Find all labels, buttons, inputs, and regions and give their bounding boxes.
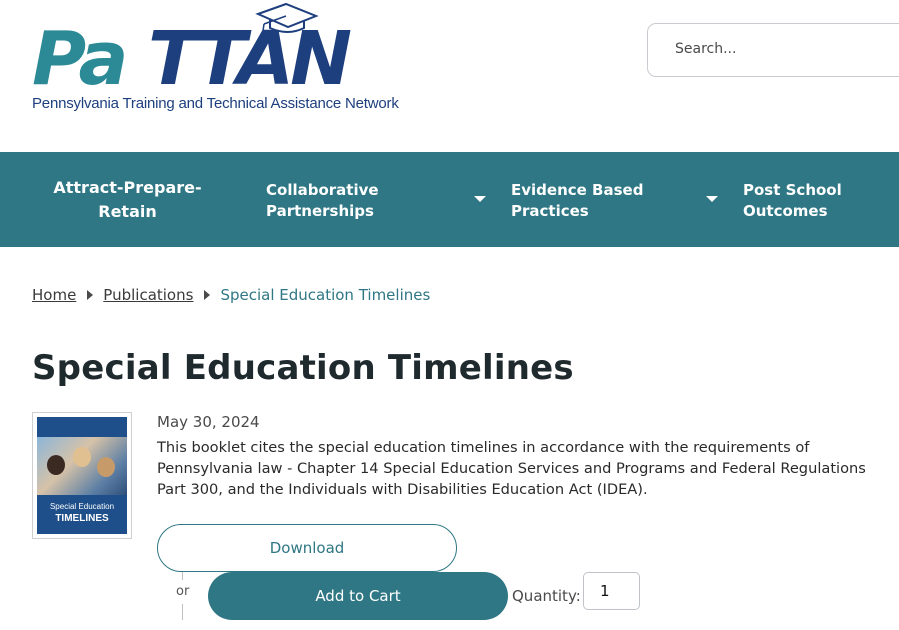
nav-item-attract-prepare-retain[interactable]: Attract-Prepare- Retain bbox=[40, 176, 215, 224]
breadcrumb: Home Publications Special Education Time… bbox=[32, 286, 430, 304]
publication-thumbnail[interactable]: Special Education TIMELINES bbox=[32, 412, 132, 539]
page-title: Special Education Timelines bbox=[32, 348, 574, 388]
publication-description: This booklet cites the special education… bbox=[157, 439, 866, 498]
add-to-cart-button[interactable]: Add to Cart bbox=[208, 572, 508, 620]
nav-label-line2: Outcomes bbox=[743, 202, 828, 220]
divider-line bbox=[182, 604, 183, 620]
cover-title-line1: Special Education bbox=[49, 502, 115, 511]
nav-label-line1: Evidence Based bbox=[511, 181, 644, 199]
logo-subtitle: Pennsylvania Training and Technical Assi… bbox=[32, 95, 399, 112]
search-box[interactable] bbox=[647, 23, 899, 77]
breadcrumb-publications-link[interactable]: Publications bbox=[103, 286, 193, 304]
caret-right-icon bbox=[204, 290, 211, 300]
nav-label-line1: Post School bbox=[743, 181, 842, 199]
logo-pa: Pa bbox=[32, 16, 125, 102]
download-button[interactable]: Download bbox=[157, 524, 457, 572]
publication-cover-image: Special Education TIMELINES bbox=[37, 417, 127, 534]
chevron-down-icon[interactable] bbox=[474, 196, 486, 202]
search-input[interactable] bbox=[673, 40, 897, 58]
caret-right-icon bbox=[87, 290, 94, 300]
nav-label-line2: Retain bbox=[98, 202, 157, 221]
nav-item-evidence-based-practices[interactable]: Evidence Based Practices bbox=[511, 180, 643, 222]
cover-title-line2: TIMELINES bbox=[55, 513, 109, 524]
nav-label-line1: Collaborative bbox=[266, 181, 379, 199]
quantity-label: Quantity: bbox=[512, 587, 581, 605]
breadcrumb-current: Special Education Timelines bbox=[220, 286, 431, 304]
nav-item-collaborative-partnerships[interactable]: Collaborative Partnerships bbox=[266, 180, 379, 222]
quantity-input[interactable] bbox=[583, 572, 640, 610]
logo-ttan: TTAN bbox=[148, 16, 351, 102]
or-label: or bbox=[176, 584, 190, 599]
nav-label-line2: Partnerships bbox=[266, 202, 374, 220]
nav-item-post-school-outcomes[interactable]: Post School Outcomes bbox=[743, 180, 842, 222]
nav-label-line2: Practices bbox=[511, 202, 589, 220]
cover-photo bbox=[37, 437, 127, 495]
breadcrumb-home-link[interactable]: Home bbox=[32, 286, 76, 304]
nav-label-line1: Attract-Prepare- bbox=[53, 178, 202, 197]
chevron-down-icon[interactable] bbox=[706, 196, 718, 202]
divider-line bbox=[182, 572, 183, 580]
main-nav: Attract-Prepare- Retain Collaborative Pa… bbox=[0, 152, 899, 247]
publication-date: May 30, 2024 bbox=[157, 413, 260, 431]
